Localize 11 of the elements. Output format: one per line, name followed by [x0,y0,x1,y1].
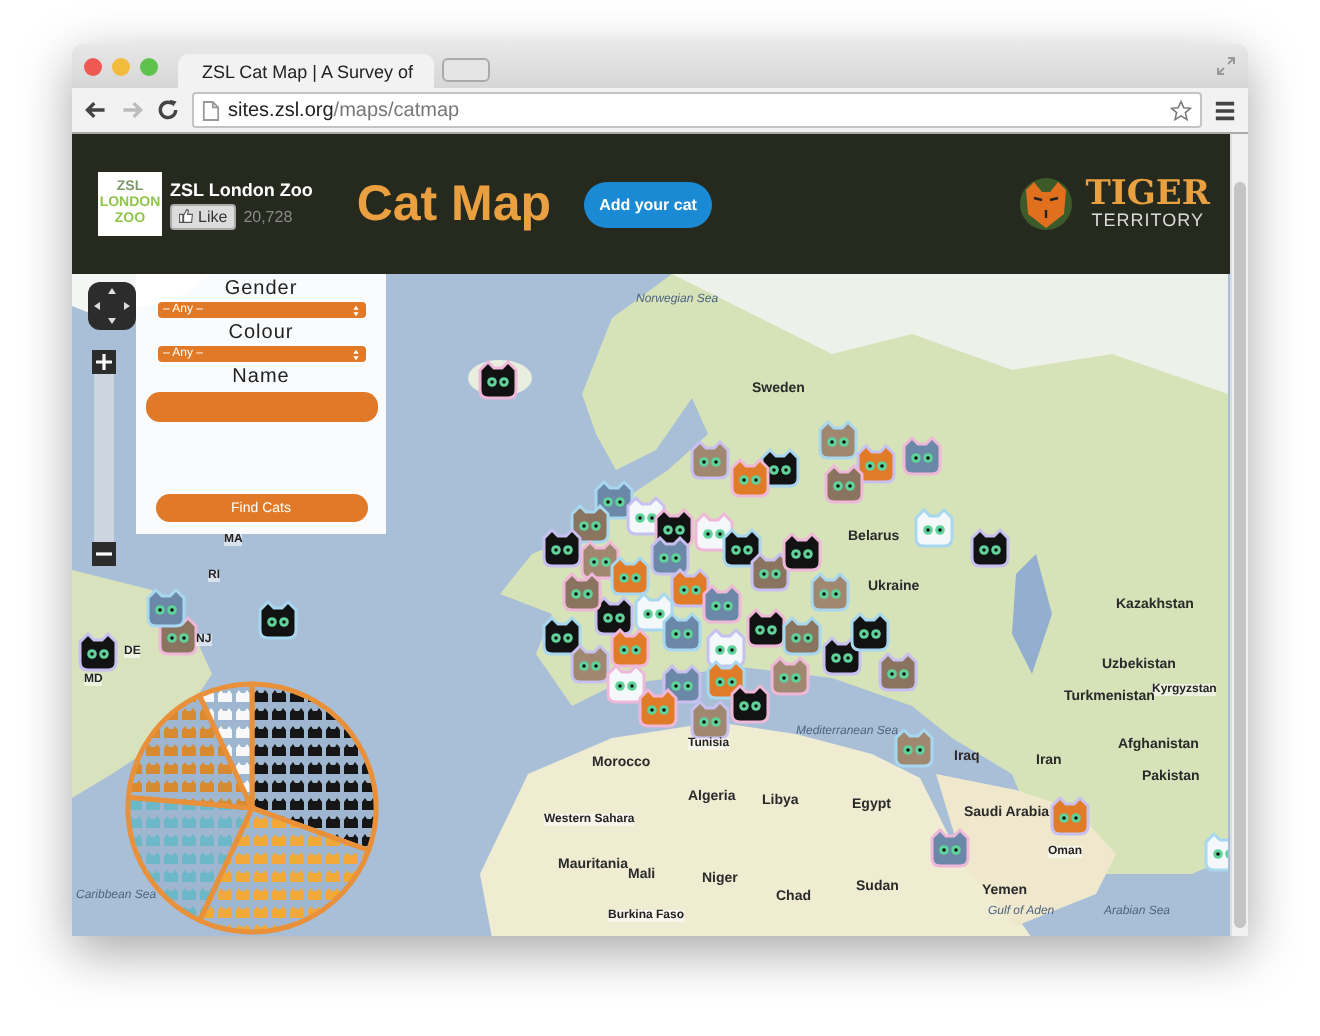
page-title: Cat Map [356,175,552,233]
address-bar[interactable]: sites.zsl.org/maps/catmap [192,92,1202,128]
filter-label: Gender [224,278,298,300]
organization-name: ZSL London Zoo [170,179,313,199]
filter-label: Name [232,366,290,388]
add-your-cat-button[interactable]: Add your cat [583,181,713,227]
like-button[interactable]: Like [170,203,236,229]
browser-tab[interactable]: ZSL Cat Map | A Survey of [178,54,434,88]
partner-logo[interactable]: TIGER TERRITORY [1085,178,1210,230]
like-count: 20,728 [243,207,293,225]
filter-label: Colour [228,322,294,344]
